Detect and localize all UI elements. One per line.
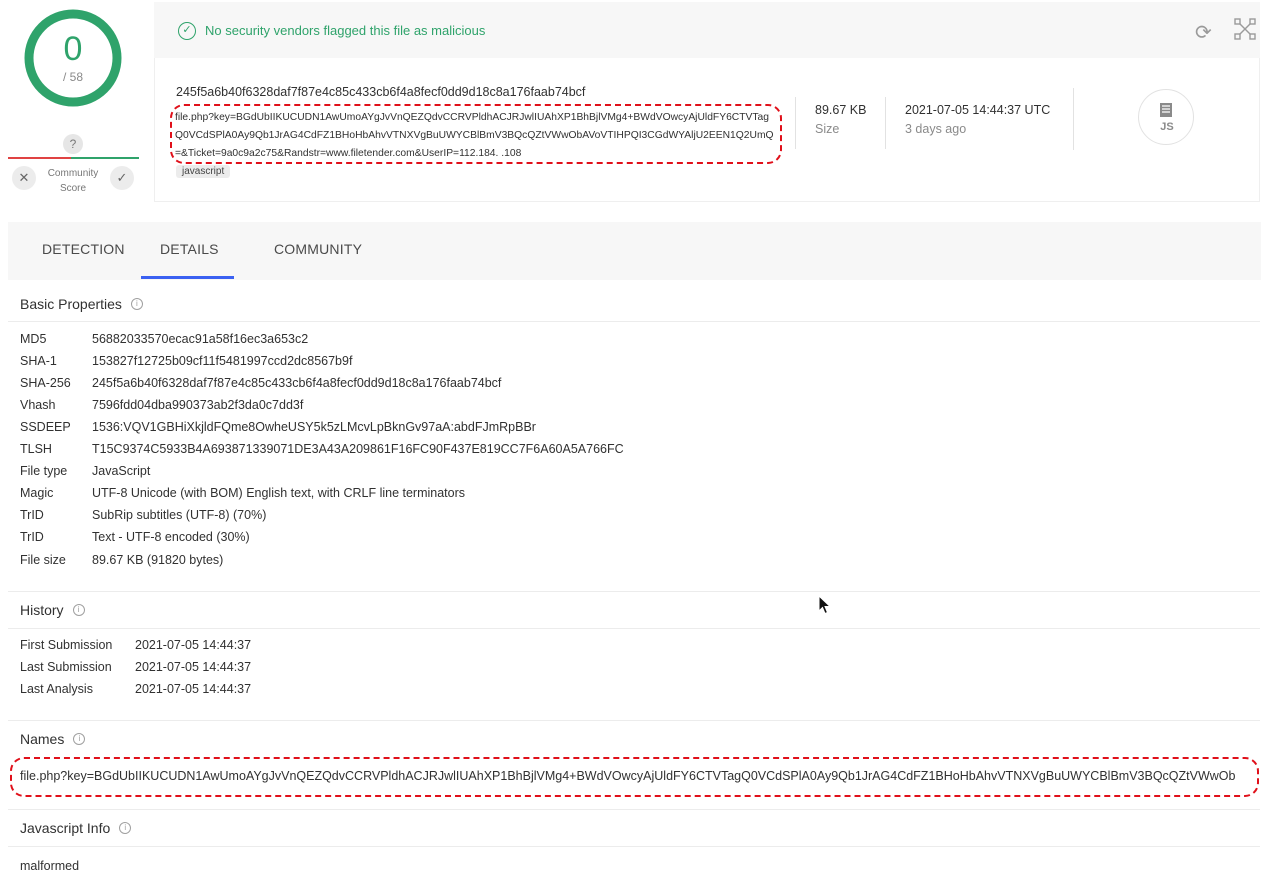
vote-malicious-button[interactable]: ✕	[12, 166, 36, 190]
property-value[interactable]: Text - UTF-8 encoded (30%)	[92, 530, 250, 544]
section-divider	[8, 628, 1260, 629]
file-type-label: JS	[1160, 121, 1174, 133]
property-key: SSDEEP	[20, 420, 71, 434]
check-circle-icon: ✓	[178, 22, 196, 40]
property-value[interactable]: UTF-8 Unicode (with BOM) English text, w…	[92, 486, 465, 500]
history-value: 2021-07-05 14:44:37	[135, 638, 252, 652]
section-divider	[8, 591, 1260, 592]
community-score-bar	[8, 157, 139, 159]
mouse-cursor-icon	[818, 595, 832, 615]
analysis-date-value: 2021-07-05 14:44:37 UTC	[905, 103, 1051, 117]
file-tag[interactable]: javascript	[176, 165, 231, 178]
property-key: MD5	[20, 332, 47, 346]
property-value[interactable]: T15C9374C5933B4A693871339071DE3A43A20986…	[92, 442, 624, 456]
section-divider	[8, 720, 1260, 721]
file-name-entry[interactable]: file.php?key=BGdUbIIKUCUDN1AwUmoAYgJvVnQ…	[20, 769, 1256, 783]
analysis-date-label: 3 days ago	[905, 122, 967, 136]
section-divider	[8, 846, 1260, 847]
property-value[interactable]: 245f5a6b40f6328daf7f87e4c85c433cb6f4a8fe…	[92, 376, 501, 390]
history-value: 2021-07-05 14:44:37	[135, 682, 252, 696]
info-icon[interactable]: i	[119, 822, 132, 835]
property-value[interactable]: 89.67 KB (91820 bytes)	[92, 553, 223, 567]
file-size-value: 89.67 KB	[815, 103, 867, 117]
history-key: Last Submission	[20, 660, 112, 674]
property-key: TLSH	[20, 442, 52, 456]
property-value[interactable]: 56882033570ecac91a58f16ec3a653c2	[92, 332, 308, 346]
file-size-label: Size	[815, 122, 840, 136]
info-icon[interactable]: i	[130, 298, 143, 311]
status-text: No security vendors flagged this file as…	[205, 23, 486, 38]
property-value[interactable]: 153827f12725b09cf11f5481997ccd2dc8567b9f	[92, 354, 352, 368]
info-icon[interactable]: i	[72, 604, 85, 617]
graph-view-icon[interactable]	[1234, 18, 1256, 40]
basic-properties-title: Basic Properties i	[20, 296, 143, 312]
property-key: Magic	[20, 486, 54, 500]
history-key: First Submission	[20, 638, 113, 652]
file-type-js-icon: JS	[1138, 89, 1194, 145]
info-icon[interactable]: i	[73, 733, 86, 746]
property-value[interactable]: JavaScript	[92, 464, 150, 478]
reanalyze-icon[interactable]: ⟳	[1195, 20, 1212, 45]
community-score-label: Community Score	[47, 168, 99, 194]
file-name[interactable]: file.php?key=BGdUbIIKUCUDN1AwUmoAYgJvVnQ…	[175, 109, 775, 163]
property-value[interactable]: 7596fdd04dba990373ab2f3da0c7dd3f	[92, 398, 303, 412]
tab-detection[interactable]: DETECTION	[42, 241, 125, 257]
property-value[interactable]: 1536:VQV1GBHiXkjldFQme8OwheUSY5k5zLMcvLp…	[92, 420, 536, 434]
history-value: 2021-07-05 14:44:37	[135, 660, 252, 674]
meta-separator	[795, 97, 796, 149]
property-key: SHA-1	[20, 354, 57, 368]
property-key: SHA-256	[20, 376, 71, 390]
section-divider	[8, 321, 1260, 322]
section-divider	[8, 809, 1260, 810]
meta-separator	[885, 97, 886, 149]
active-tab-indicator	[141, 276, 234, 279]
community-unknown-icon: ?	[63, 134, 83, 154]
property-key: TrID	[20, 508, 44, 522]
names-title: Names i	[20, 731, 86, 747]
detection-total: / 58	[62, 70, 83, 84]
property-value[interactable]: SubRip subtitles (UTF-8) (70%)	[92, 508, 266, 522]
tab-community[interactable]: COMMUNITY	[274, 241, 362, 257]
meta-separator	[1073, 88, 1074, 150]
property-key: File type	[20, 464, 68, 478]
tab-details[interactable]: DETAILS	[160, 241, 219, 257]
detection-count: 0	[63, 30, 83, 68]
history-key: Last Analysis	[20, 682, 93, 696]
property-key: File size	[20, 553, 66, 567]
file-sha256[interactable]: 245f5a6b40f6328daf7f87e4c85c433cb6f4a8fe…	[176, 85, 585, 99]
property-key: TrID	[20, 530, 44, 544]
property-key: Vhash	[20, 398, 56, 412]
javascript-info-value: malformed	[20, 859, 80, 873]
vote-harmless-button[interactable]: ✓	[110, 166, 134, 190]
history-title: History i	[20, 602, 85, 618]
javascript-info-title: Javascript Info i	[20, 820, 132, 836]
